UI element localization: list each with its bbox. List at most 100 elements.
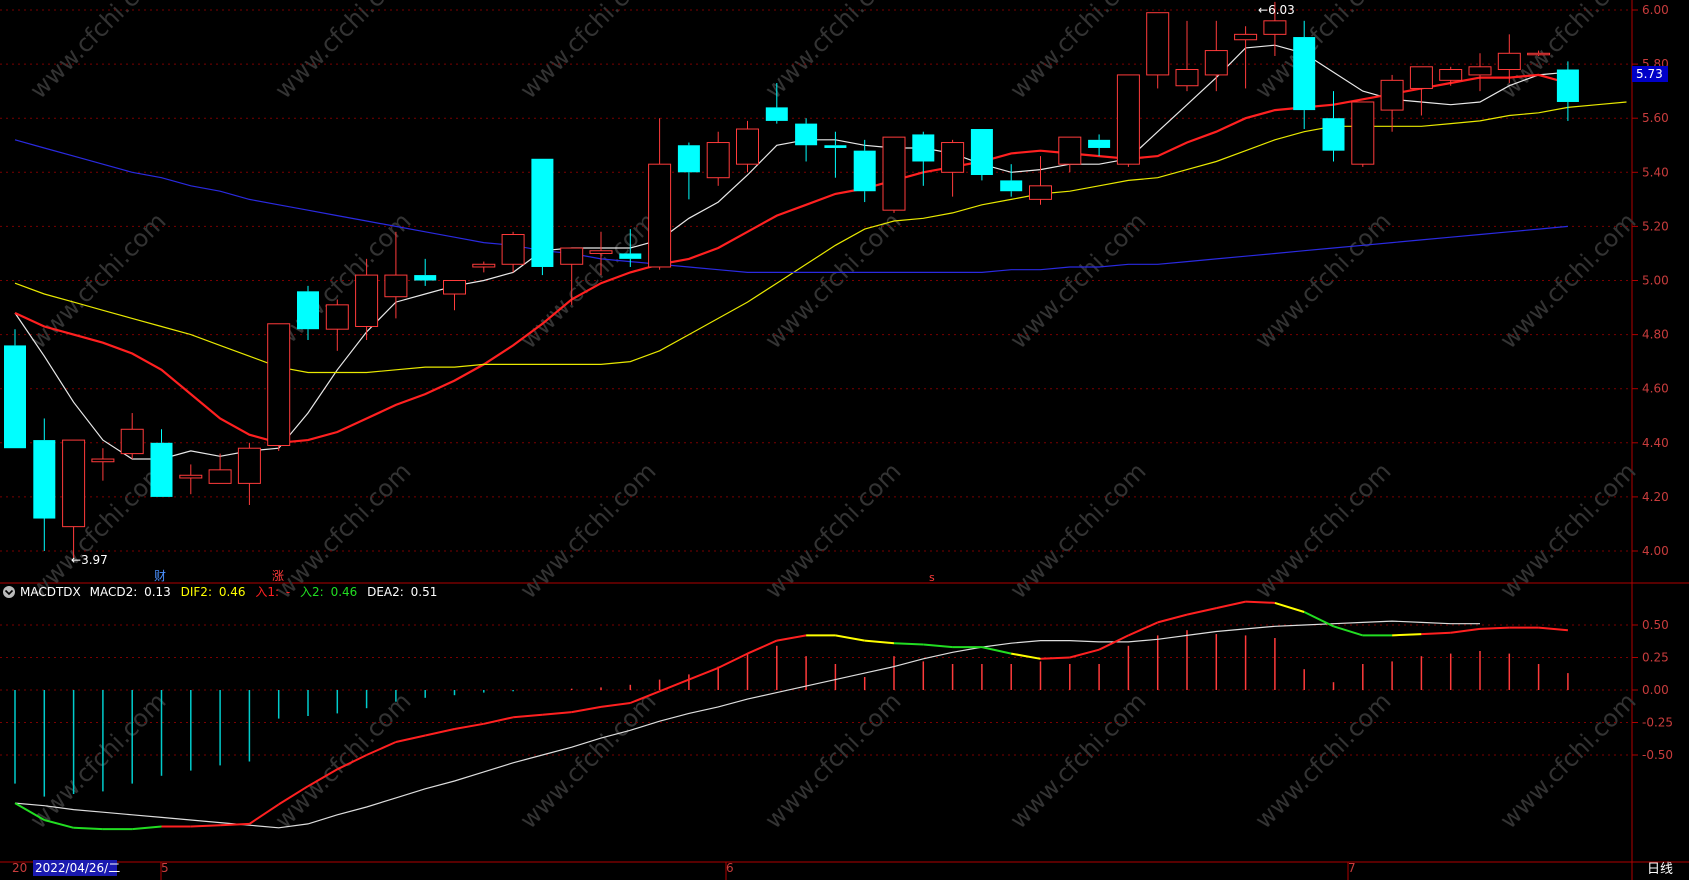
dea2-value: 0.51 bbox=[411, 585, 438, 599]
candle-body-up bbox=[501, 234, 525, 265]
candle bbox=[1116, 74, 1140, 167]
candle-body-up bbox=[736, 128, 759, 165]
candle-body-up bbox=[1527, 52, 1551, 56]
candle bbox=[179, 464, 203, 495]
dif-line-segment bbox=[1127, 621, 1159, 637]
candle-body-up bbox=[648, 163, 672, 268]
watermark-text: www.cfchi.com bbox=[1249, 457, 1396, 604]
candle bbox=[1234, 26, 1258, 89]
watermark-text: www.cfchi.com bbox=[514, 457, 661, 604]
candle-body-up bbox=[882, 136, 906, 211]
dif-line-segment bbox=[1333, 625, 1364, 637]
watermark-text: www.cfchi.com bbox=[1004, 457, 1151, 604]
macd-tick-label: -0.25 bbox=[1642, 716, 1673, 730]
dif-line-segment bbox=[717, 652, 748, 669]
ru1-label: 入1: bbox=[255, 585, 279, 599]
watermark-text: www.cfchi.com bbox=[269, 687, 416, 834]
candle-body-down bbox=[1556, 69, 1579, 102]
watermark-text: www.cfchi.com bbox=[1494, 687, 1641, 834]
candle-body-up bbox=[355, 274, 379, 327]
dif-line-segment bbox=[1450, 627, 1481, 634]
dif-line-segment bbox=[513, 713, 543, 719]
month-label-6: 6 bbox=[726, 861, 734, 875]
dif-line-segment bbox=[571, 705, 602, 714]
collapse-icon[interactable] bbox=[3, 586, 15, 598]
price-tick-label: 4.40 bbox=[1642, 436, 1669, 450]
candle bbox=[1351, 101, 1375, 167]
dif-line-segment bbox=[893, 642, 924, 646]
candle-body-up bbox=[1468, 66, 1492, 76]
candle-body-down bbox=[970, 129, 993, 176]
candle-body-up bbox=[120, 428, 144, 455]
event-marker-cai[interactable]: 财 bbox=[154, 569, 166, 583]
candle bbox=[1000, 164, 1023, 197]
indicator-name: MACDTDX bbox=[20, 585, 81, 599]
macd-axis: 0.50 0.25 0.00 -0.25 -0.50 bbox=[1632, 618, 1673, 762]
candle-body-up bbox=[1497, 52, 1521, 71]
candle-body-down bbox=[795, 123, 818, 146]
candle bbox=[1058, 136, 1082, 173]
dea2-label: DEA2: bbox=[367, 585, 404, 599]
candle-body-up bbox=[472, 263, 496, 268]
candle bbox=[677, 142, 700, 200]
candle-body-down bbox=[1322, 118, 1345, 151]
candle-body-down bbox=[1088, 139, 1111, 148]
candle-body-down bbox=[150, 442, 173, 497]
dif-line-segment bbox=[981, 646, 1012, 655]
watermark-text: www.cfchi.com bbox=[759, 457, 906, 604]
watermark-text: www.cfchi.com bbox=[1004, 687, 1151, 834]
date-axis-prefix: 20 bbox=[12, 861, 27, 875]
candle-body-down bbox=[4, 345, 26, 449]
price-tick-label: 5.20 bbox=[1642, 219, 1669, 233]
candle bbox=[1322, 91, 1345, 162]
candle bbox=[941, 139, 965, 197]
watermark-text: www.cfchi.com bbox=[1249, 687, 1396, 834]
dif-line-segment bbox=[454, 722, 484, 730]
candle-body-up bbox=[1351, 101, 1375, 165]
candle bbox=[912, 131, 935, 186]
candle bbox=[1029, 156, 1052, 205]
event-marker-zhang[interactable]: 涨 bbox=[272, 568, 284, 583]
dif-line-segment bbox=[1069, 648, 1100, 659]
price-tick-label: 4.80 bbox=[1642, 328, 1669, 342]
ru2-label: 入2: bbox=[300, 585, 324, 599]
dif-line-segment bbox=[1216, 600, 1246, 610]
candle-body-up bbox=[1204, 50, 1228, 76]
current-price-label: 5.73 bbox=[1636, 67, 1663, 81]
dif-line-segment bbox=[542, 711, 572, 716]
dif-line-segment bbox=[1245, 600, 1275, 604]
candle-body-up bbox=[384, 274, 408, 298]
dea-line bbox=[14, 620, 1480, 829]
dif-line-segment bbox=[1274, 601, 1305, 613]
event-marker-s[interactable]: s bbox=[929, 571, 935, 584]
candle-body-down bbox=[853, 150, 876, 192]
candle bbox=[1409, 66, 1433, 116]
period-selector[interactable]: 日线 bbox=[1647, 862, 1673, 877]
watermark-text: www.cfchi.com bbox=[759, 687, 906, 834]
candle bbox=[91, 448, 115, 481]
dif-line-segment bbox=[776, 634, 807, 642]
dif-line-segment bbox=[424, 728, 455, 737]
candle-body-up bbox=[208, 469, 232, 484]
macd-histogram bbox=[14, 630, 1569, 797]
candle bbox=[472, 261, 496, 273]
watermark-text: www.cfchi.com bbox=[269, 457, 416, 604]
macd-tick-label: 0.00 bbox=[1642, 683, 1669, 697]
svg-text:MACDTDX MACD2: 0.1: MACDTDX MACD2: 0.13 DIF2: 0.46 入1: - 入2:… bbox=[20, 585, 437, 599]
candle-body-up bbox=[1380, 79, 1404, 111]
candle-body-up bbox=[267, 323, 291, 447]
macd-header: MACDTDX MACD2: 0.13 DIF2: 0.46 入1: - 入2:… bbox=[3, 585, 437, 599]
dif-line-segment bbox=[220, 822, 250, 827]
price-tick-label: 4.60 bbox=[1642, 382, 1669, 396]
dif-line-segment bbox=[1421, 631, 1451, 636]
candle-body-up bbox=[1058, 136, 1082, 165]
candle bbox=[237, 442, 261, 506]
dif-line-segment bbox=[73, 826, 103, 831]
price-tick-label: 5.60 bbox=[1642, 111, 1669, 125]
candle-body-up bbox=[237, 447, 261, 484]
dif-line-segment bbox=[1538, 626, 1568, 632]
candle-body-up bbox=[443, 280, 466, 295]
candle-body-up bbox=[1029, 185, 1052, 200]
candle-body-down bbox=[531, 158, 554, 267]
dif-line-segment bbox=[132, 825, 162, 831]
